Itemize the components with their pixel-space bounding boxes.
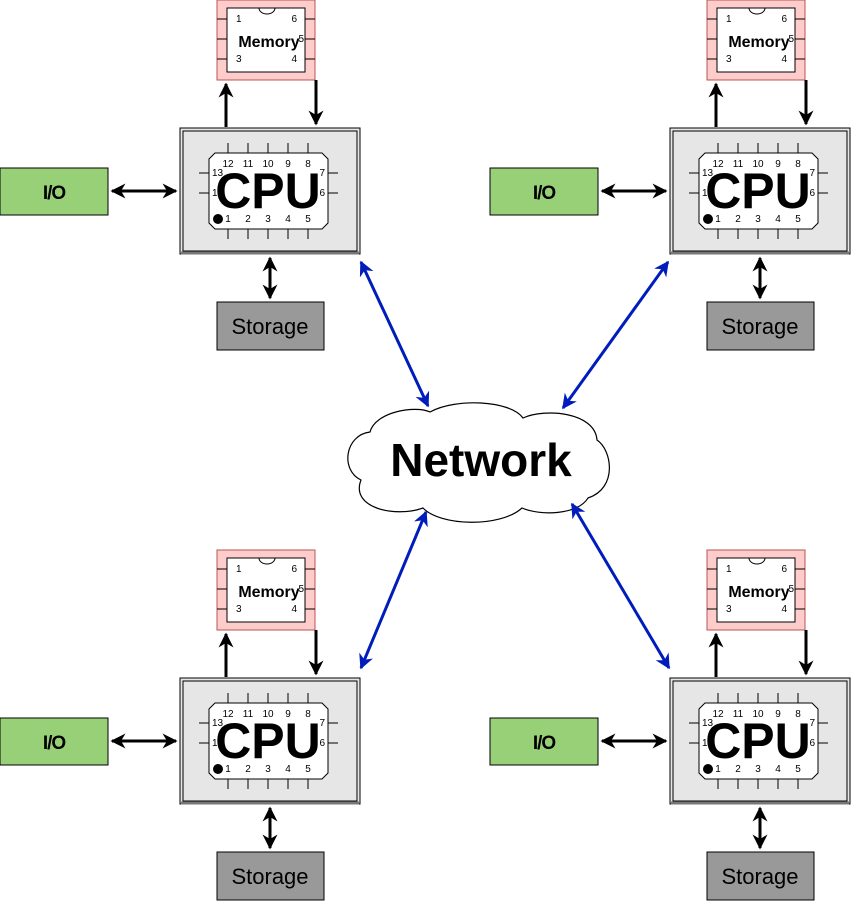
io-box[interactable]: I/O <box>489 167 599 216</box>
cpu-label: CPU <box>215 163 321 219</box>
network-label: Network <box>390 434 572 486</box>
network-link-top-right <box>561 260 670 410</box>
memory-pin-label: 1 <box>236 564 242 575</box>
memory-label: Memory <box>728 34 789 51</box>
memory-pin-label: 4 <box>781 604 787 615</box>
network-link-bottom-right <box>570 502 671 670</box>
node-bottom-right: 13654Memory121112103948513 714 6CPUI/OStor… <box>489 549 851 901</box>
storage-box[interactable]: Storage <box>216 301 325 351</box>
memory-pin-label: 1 <box>726 14 732 25</box>
memory-pin-label: 4 <box>291 604 297 615</box>
storage-box[interactable]: Storage <box>216 851 325 901</box>
cpu-block[interactable]: 121112103948513 714 6CPU <box>669 677 851 805</box>
memory-label: Memory <box>728 584 789 601</box>
architecture-diagram: Network 13654Memory121112103948513 714 6CP… <box>0 0 851 901</box>
storage-label: Storage <box>721 314 798 339</box>
cpu-label: CPU <box>705 163 811 219</box>
memory-label: Memory <box>238 34 299 51</box>
io-box[interactable]: I/O <box>0 717 109 766</box>
memory-pin-label: 3 <box>726 54 732 65</box>
storage-box[interactable]: Storage <box>706 851 815 901</box>
node-bottom-left: 13654Memory121112103948513 714 6CPUI/OStor… <box>0 549 361 901</box>
memory-pin-label: 6 <box>781 564 787 575</box>
storage-label: Storage <box>721 864 798 889</box>
memory-pin-label: 1 <box>726 564 732 575</box>
cpu-block[interactable]: 121112103948513 714 6CPU <box>179 127 361 255</box>
io-label: I/O <box>43 733 66 754</box>
memory-chip[interactable]: 13654Memory <box>706 549 806 631</box>
memory-label: Memory <box>238 584 299 601</box>
cpu-block[interactable]: 121112103948513 714 6CPU <box>669 127 851 255</box>
memory-chip[interactable]: 13654Memory <box>216 549 316 631</box>
io-box[interactable]: I/O <box>489 717 599 766</box>
cpu-block[interactable]: 121112103948513 714 6CPU <box>179 677 361 805</box>
memory-pin-label: 3 <box>236 604 242 615</box>
memory-pin-label: 1 <box>236 14 242 25</box>
network-link-top-left <box>359 260 430 408</box>
memory-pin-label: 6 <box>781 14 787 25</box>
storage-label: Storage <box>231 314 308 339</box>
memory-pin-label: 3 <box>236 54 242 65</box>
io-box[interactable]: I/O <box>0 167 109 216</box>
cpu-label: CPU <box>215 713 321 769</box>
node-top-right: 13654Memory121112103948513 714 6CPUI/OStor… <box>489 0 851 351</box>
storage-label: Storage <box>231 864 308 889</box>
node-top-left: 13654Memory121112103948513 714 6CPUI/OStor… <box>0 0 361 351</box>
io-label: I/O <box>533 183 556 204</box>
cpu-label: CPU <box>705 713 811 769</box>
memory-pin-label: 6 <box>291 564 297 575</box>
memory-pin-label: 4 <box>291 54 297 65</box>
io-label: I/O <box>43 183 66 204</box>
storage-box[interactable]: Storage <box>706 301 815 351</box>
memory-chip[interactable]: 13654Memory <box>216 0 316 81</box>
memory-pin-label: 3 <box>726 604 732 615</box>
network-cloud[interactable]: Network <box>347 402 610 523</box>
io-label: I/O <box>533 733 556 754</box>
network-link-bottom-left <box>359 510 428 670</box>
memory-chip[interactable]: 13654Memory <box>706 0 806 81</box>
memory-pin-label: 6 <box>291 14 297 25</box>
memory-pin-label: 4 <box>781 54 787 65</box>
